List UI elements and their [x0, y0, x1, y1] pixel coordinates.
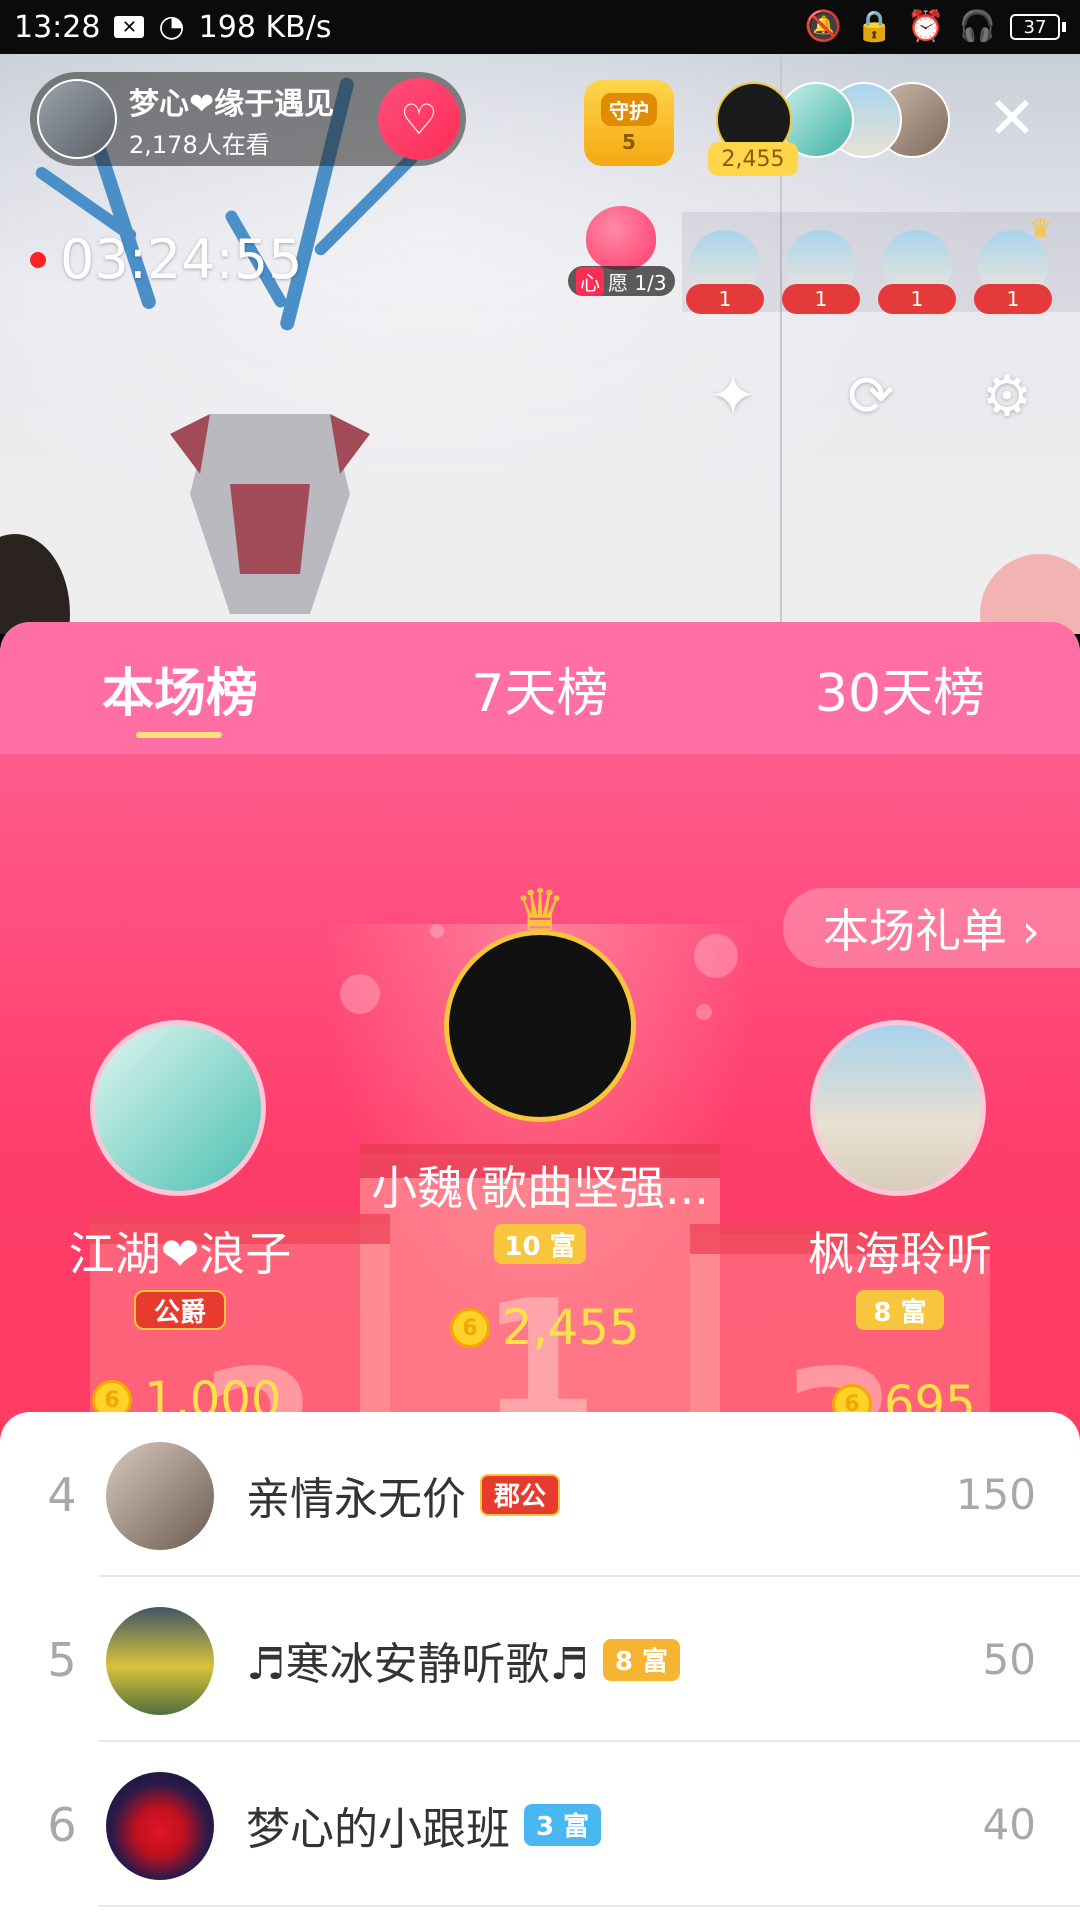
lock-rotation-icon: 🔒: [855, 9, 894, 44]
fan-avatar[interactable]: 1: [782, 230, 860, 314]
tab-30-days[interactable]: 30天榜: [720, 622, 1080, 754]
list-avatar[interactable]: [106, 1442, 214, 1550]
list-wealth-badge: 3 富: [524, 1803, 602, 1846]
list-item[interactable]: 5 ♬寒冰安静听歌♬ 8 富 50: [0, 1577, 1080, 1742]
recording-dot-icon: [30, 251, 46, 268]
list-rank: 6: [47, 1797, 77, 1852]
wish-tag: 心: [576, 266, 604, 296]
flip-camera-icon[interactable]: ⟳: [836, 362, 906, 432]
guard-label: 守护: [601, 92, 657, 126]
rank-1-name[interactable]: 小魏(歌曲坚强...: [340, 1152, 740, 1218]
list-item[interactable]: 6 梦心的小跟班 3 富 40: [0, 1742, 1080, 1907]
alarm-icon: ⏰: [907, 9, 945, 44]
viewer-count: 2,178人在看: [129, 130, 270, 159]
list-item[interactable]: 4 亲情永无价 郡公 150: [0, 1412, 1080, 1577]
coin-icon: 6: [450, 1308, 490, 1348]
follow-heart-button[interactable]: ♡: [378, 78, 460, 160]
rank-1-coin-value: 2,455: [502, 1300, 640, 1356]
list-score: 50: [982, 1635, 1036, 1684]
list-avatar[interactable]: [106, 1772, 214, 1880]
rank-2-title-badge: 公爵: [134, 1290, 226, 1330]
close-icon[interactable]: ✕: [986, 89, 1038, 147]
ranking-tabs: 本场榜 7天榜 30天榜: [0, 622, 1080, 754]
heart-mascot-icon: [586, 206, 656, 270]
live-timer: 03:24:55: [30, 228, 303, 291]
rank-1-coins: 6 2,455: [450, 1300, 639, 1356]
top-fan-score: 2,455: [708, 142, 798, 176]
list-avatar[interactable]: [106, 1607, 214, 1715]
rank-1-avatar[interactable]: [444, 930, 636, 1122]
crown-icon: ♛: [514, 876, 566, 944]
host-avatar[interactable]: [37, 79, 117, 159]
magic-wand-icon[interactable]: ✦: [698, 362, 768, 432]
fan-club-row[interactable]: 1 1 1 ♛ 1: [682, 212, 1080, 314]
notification-x-icon: ✕: [114, 16, 145, 38]
mute-bell-icon: 🔕: [804, 9, 842, 44]
timer-text: 03:24:55: [60, 228, 303, 291]
tab-7-days[interactable]: 7天榜: [360, 622, 720, 754]
wish-progress: 愿 1/3: [608, 270, 667, 295]
rank-3-wealth-badge: 8 富: [856, 1290, 944, 1330]
fan-count-badge: 1: [878, 284, 956, 314]
headphones-icon: 🎧: [958, 9, 996, 44]
settings-gear-icon[interactable]: ⚙: [972, 362, 1042, 432]
rank-3-avatar[interactable]: [810, 1020, 986, 1196]
gift-list-button[interactable]: 本场礼单 ›: [782, 888, 1080, 968]
list-wealth-badge: 8 富: [602, 1638, 681, 1681]
wifi-icon: ◔: [158, 9, 185, 44]
fan-avatar[interactable]: ♛ 1: [974, 214, 1052, 314]
fan-avatar[interactable]: 1: [686, 230, 764, 314]
rank-2-name[interactable]: 江湖❤浪子: [30, 1218, 330, 1284]
list-rank: 5: [47, 1632, 77, 1687]
list-score: 40: [982, 1800, 1036, 1849]
list-name: 亲情永无价: [246, 1473, 466, 1525]
guard-count: 5: [622, 129, 636, 154]
list-name: ♬寒冰安静听歌♬: [246, 1638, 589, 1690]
host-card[interactable]: 梦心❤缘于遇见 2,178人在看 ♡: [30, 72, 466, 166]
guard-badge[interactable]: 守护 5: [584, 80, 674, 166]
battery-level: 37: [1010, 14, 1060, 40]
list-rank: 4: [47, 1467, 77, 1522]
deer-head-decoration: [170, 414, 370, 614]
network-speed: 198 KB/s: [198, 9, 332, 45]
rank-2-avatar[interactable]: [90, 1020, 266, 1196]
battery-icon: 37: [1010, 14, 1066, 40]
fan-avatar[interactable]: 1: [878, 230, 956, 314]
host-name: 梦心❤缘于遇见: [129, 86, 335, 122]
ranking-list: 4 亲情永无价 郡公 150 5 ♬寒冰安静听歌♬ 8 富 50 6 梦心的小跟…: [0, 1412, 1080, 1920]
fan-count-badge: 1: [686, 284, 764, 314]
rank-3-name[interactable]: 枫海聆听: [760, 1218, 1040, 1284]
fan-count-badge: 1: [782, 284, 860, 314]
active-tab-indicator: [136, 732, 222, 738]
rank-1-wealth-badge: 10 富: [494, 1224, 586, 1264]
status-time: 13:28: [14, 9, 101, 45]
crown-icon: ♛: [1028, 214, 1052, 244]
list-title-badge: 郡公: [480, 1473, 561, 1516]
fan-count-badge: 1: [974, 284, 1052, 314]
status-bar: 13:28 ✕ ◔ 198 KB/s 🔕 🔒 ⏰ 🎧 37: [0, 0, 1080, 54]
wish-widget[interactable]: 心愿 1/3: [568, 206, 675, 296]
list-name: 梦心的小跟班: [246, 1803, 510, 1855]
list-score: 150: [955, 1470, 1036, 1519]
